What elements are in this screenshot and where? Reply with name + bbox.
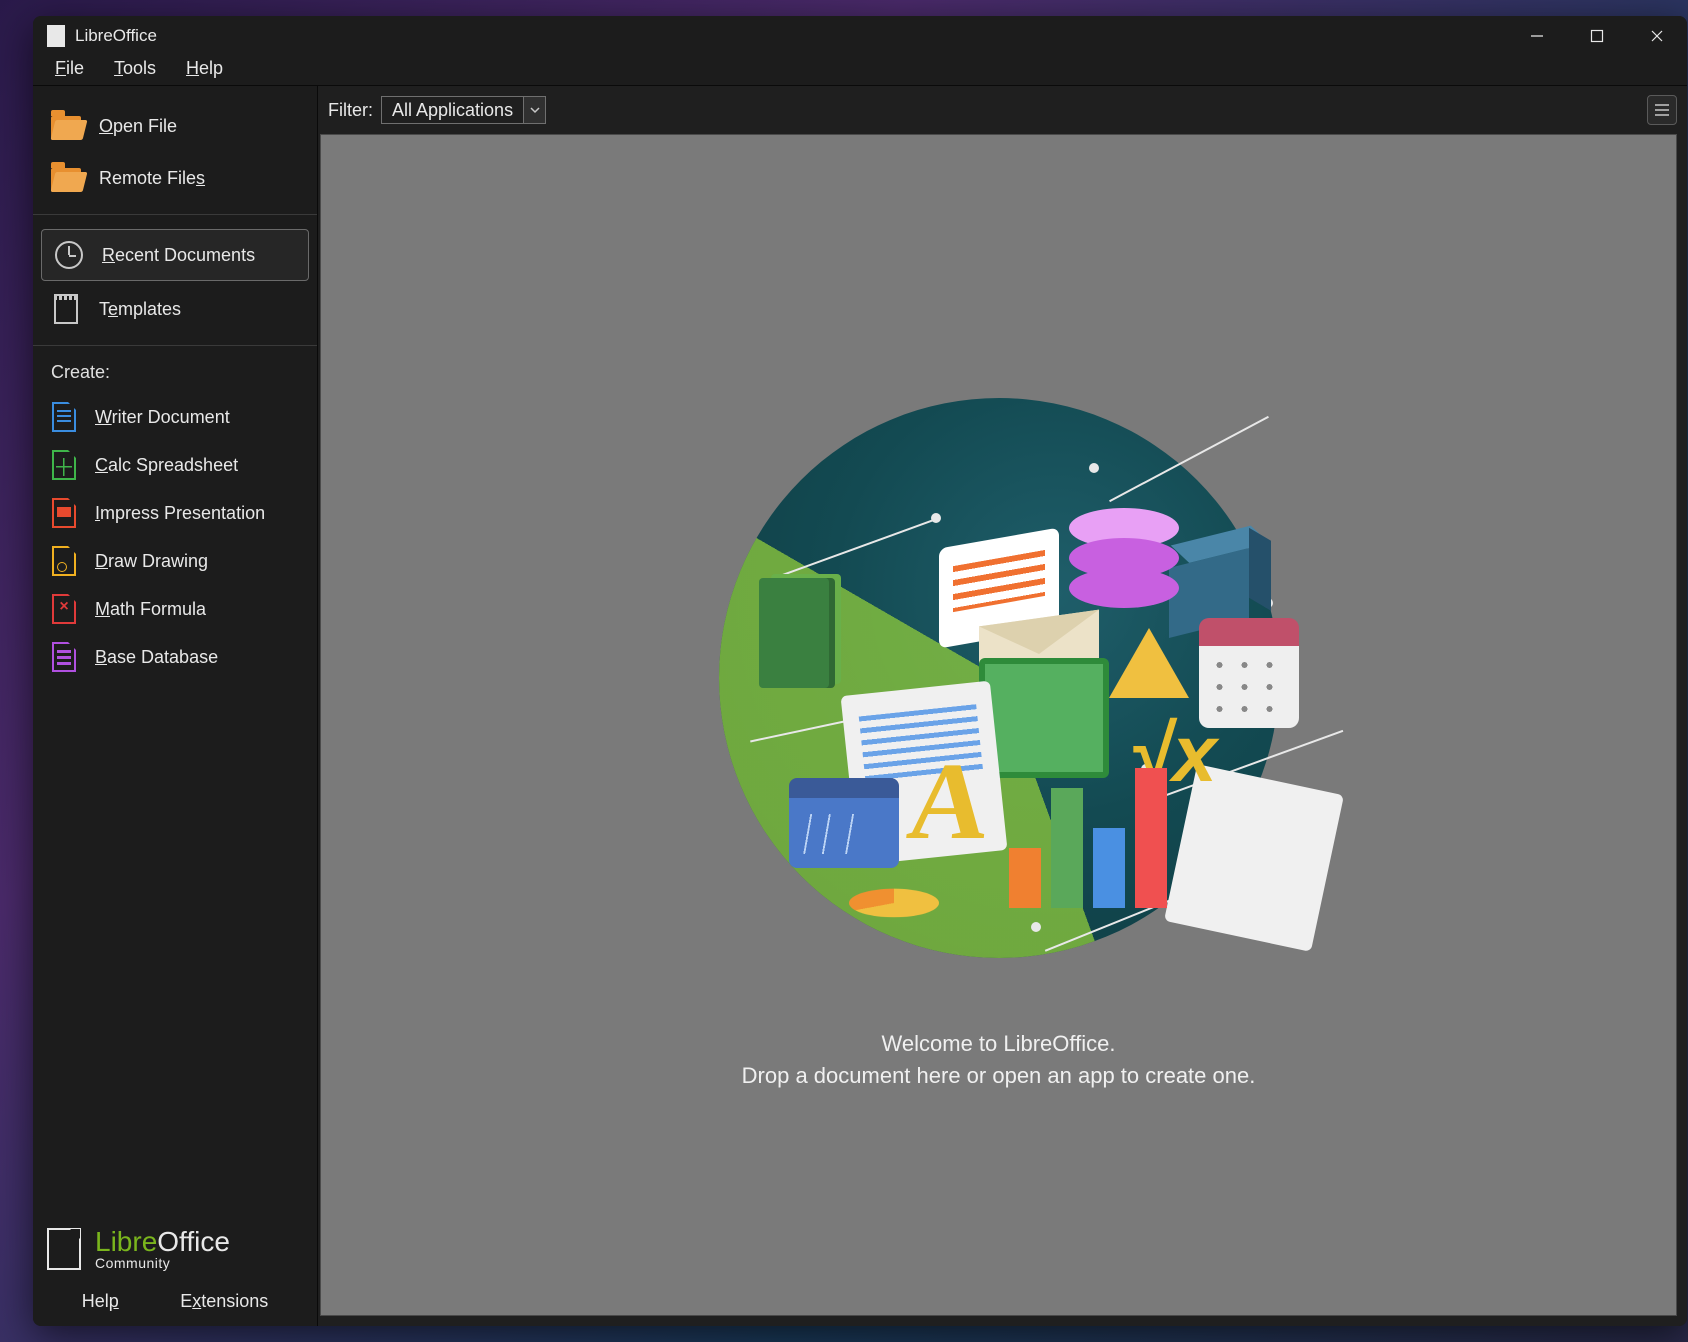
- extensions-link[interactable]: Extensions: [180, 1291, 268, 1312]
- hero-illustration: A √x: [679, 358, 1319, 998]
- sidebar-templates[interactable]: Templates: [39, 283, 311, 335]
- template-icon: [51, 294, 81, 324]
- sidebar-create-calc[interactable]: Calc Spreadsheet: [39, 441, 311, 489]
- folder-open-icon: [51, 111, 81, 141]
- window-title: LibreOffice: [75, 26, 157, 46]
- sidebar-recent-documents[interactable]: Recent Documents: [41, 229, 309, 281]
- app-icon: [47, 25, 65, 47]
- welcome-line-1: Welcome to LibreOffice.: [742, 1028, 1256, 1060]
- writer-icon: [51, 402, 77, 432]
- sidebar-create-base[interactable]: Base Database: [39, 633, 311, 681]
- help-link[interactable]: Help: [82, 1291, 119, 1312]
- sidebar-create-impress[interactable]: Impress Presentation: [39, 489, 311, 537]
- draw-icon: [51, 546, 77, 576]
- chevron-down-icon: [523, 97, 545, 123]
- menu-tools[interactable]: Tools: [102, 56, 168, 81]
- math-icon: [51, 594, 77, 624]
- sidebar-create-draw[interactable]: Draw Drawing: [39, 537, 311, 585]
- menubar: File Tools Help: [33, 56, 1687, 86]
- minimize-button[interactable]: [1507, 16, 1567, 56]
- sidebar: Open File Remote Files Recent Documents …: [33, 86, 318, 1326]
- brand-office: Office: [157, 1226, 230, 1257]
- sidebar-remote-files[interactable]: Remote Files: [39, 152, 311, 204]
- sidebar-open-file[interactable]: Open File: [39, 100, 311, 152]
- brand-subtitle: Community: [95, 1256, 230, 1271]
- create-header: Create:: [39, 358, 311, 393]
- view-menu-button[interactable]: [1647, 95, 1677, 125]
- base-icon: [51, 642, 77, 672]
- filter-value: All Applications: [382, 100, 523, 121]
- main-toolbar: Filter: All Applications: [318, 86, 1687, 134]
- impress-icon: [51, 498, 77, 528]
- clock-icon: [54, 240, 84, 270]
- close-button[interactable]: [1627, 16, 1687, 56]
- filter-label: Filter:: [328, 100, 373, 121]
- menu-file[interactable]: File: [43, 56, 96, 81]
- sidebar-create-math[interactable]: Math Formula: [39, 585, 311, 633]
- brand-icon: [47, 1228, 81, 1270]
- app-window: LibreOffice File Tools Help Open File: [33, 16, 1687, 1326]
- filter-select[interactable]: All Applications: [381, 96, 546, 124]
- main-area: Filter: All Applications: [318, 86, 1687, 1326]
- maximize-button[interactable]: [1567, 16, 1627, 56]
- welcome-line-2: Drop a document here or open an app to c…: [742, 1060, 1256, 1092]
- brand-logo: LibreOffice Community: [33, 1217, 317, 1281]
- calc-icon: [51, 450, 77, 480]
- titlebar: LibreOffice: [33, 16, 1687, 56]
- start-center-canvas[interactable]: A √x Welcome to LibreOffice. Drop a docu…: [320, 134, 1677, 1316]
- brand-libre: Libre: [95, 1226, 157, 1257]
- folder-remote-icon: [51, 163, 81, 193]
- menu-help[interactable]: Help: [174, 56, 235, 81]
- sidebar-create-writer[interactable]: Writer Document: [39, 393, 311, 441]
